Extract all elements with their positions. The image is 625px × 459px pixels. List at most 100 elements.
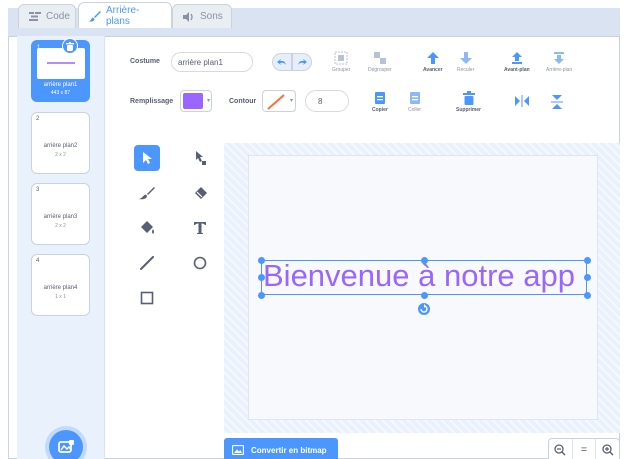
- brush-tool[interactable]: [134, 180, 160, 206]
- zoom-reset-button[interactable]: =: [573, 439, 597, 459]
- backdrop-preview: [37, 48, 85, 79]
- resize-handle[interactable]: [584, 274, 591, 281]
- delete-backdrop-button[interactable]: [62, 38, 78, 54]
- tab-sounds-label: Sons: [200, 11, 223, 22]
- selection-box[interactable]: [261, 260, 587, 295]
- line-icon: [140, 256, 154, 270]
- backdrop-add-icon: [58, 440, 74, 453]
- add-backdrop-button[interactable]: [49, 430, 83, 459]
- backdrop-list: 1 arrière plan1 443 x 87 2 arrière plan2…: [17, 36, 105, 459]
- group-label: Grouper: [332, 67, 351, 73]
- backdrop-number: 4: [36, 258, 40, 264]
- resize-handle[interactable]: [258, 292, 265, 299]
- ungroup-icon: [373, 52, 386, 64]
- redo-icon: [298, 58, 307, 65]
- backdrop-size: 1 x 1: [55, 294, 66, 300]
- back-button[interactable]: Arrière-plan: [546, 51, 572, 73]
- no-outline-icon: [267, 94, 285, 110]
- back-label: Arrière-plan: [546, 67, 573, 73]
- outline-color-picker[interactable]: ▾: [262, 90, 296, 112]
- delete-button[interactable]: Supprimer: [456, 91, 481, 113]
- resize-handle[interactable]: [258, 274, 265, 281]
- brush-icon: [89, 10, 101, 22]
- ungroup-button[interactable]: Dégrouper: [368, 51, 392, 73]
- circle-tool[interactable]: [187, 250, 213, 276]
- resize-handle[interactable]: [258, 257, 265, 264]
- copy-label: Copier: [372, 107, 388, 113]
- tab-code[interactable]: Code: [18, 4, 76, 28]
- resize-handle[interactable]: [584, 292, 591, 299]
- fill-color-picker[interactable]: ▾: [180, 90, 212, 112]
- eraser-tool[interactable]: [187, 180, 213, 206]
- rectangle-icon: [140, 291, 154, 305]
- backward-button[interactable]: Reculer: [457, 51, 474, 73]
- copy-button[interactable]: Copier: [372, 91, 388, 113]
- front-label: Avant-plan: [504, 67, 530, 73]
- backdrop-item-1[interactable]: 1 arrière plan1 443 x 87: [31, 40, 90, 102]
- group-button[interactable]: Grouper: [332, 51, 350, 73]
- front-button[interactable]: Avant-plan: [504, 51, 530, 73]
- outline-size-input[interactable]: 8: [305, 90, 349, 112]
- backdrop-item-4[interactable]: 4 arrière plan4 1 x 1: [31, 254, 90, 316]
- backdrop-number: 2: [36, 116, 40, 122]
- eraser-icon: [195, 187, 207, 199]
- undo-icon: [277, 58, 286, 65]
- sound-icon: [183, 11, 195, 22]
- resize-handle[interactable]: [584, 257, 591, 264]
- flip-vertical-icon: [551, 95, 563, 109]
- code-icon: [29, 12, 41, 21]
- zoom-out-button[interactable]: [549, 439, 573, 459]
- convert-bitmap-label: Convertir en bitmap: [251, 445, 327, 455]
- arrow-up-icon: [426, 52, 439, 64]
- fill-tool[interactable]: [134, 215, 160, 241]
- backdrop-item-2[interactable]: 2 arrière plan2 2 x 2: [31, 112, 90, 174]
- backdrop-size: 443 x 87: [50, 90, 71, 96]
- flip-horizontal-button[interactable]: [515, 95, 529, 107]
- reshape-icon: [196, 151, 206, 165]
- tab-backdrops-label: Arrière-plans: [106, 4, 140, 27]
- undo-button[interactable]: [272, 53, 292, 71]
- fill-color-swatch: [183, 93, 203, 109]
- backward-label: Reculer: [457, 67, 475, 73]
- reshape-tool[interactable]: [187, 145, 213, 171]
- group-icon: [334, 51, 348, 65]
- cursor-icon: [143, 152, 152, 164]
- forward-label: Avancer: [423, 67, 443, 73]
- forward-button[interactable]: Avancer: [423, 51, 443, 73]
- outline-label: Contour: [229, 98, 257, 105]
- backdrop-item-3[interactable]: 3 arrière plan3 2 x 2: [31, 183, 90, 245]
- select-tool[interactable]: [134, 145, 160, 171]
- resize-handle[interactable]: [421, 292, 428, 299]
- line-tool[interactable]: [134, 250, 160, 276]
- chevron-down-icon: ▾: [206, 98, 210, 104]
- fill-label: Remplissage: [130, 98, 174, 105]
- paste-label: Coller: [408, 107, 422, 113]
- rotate-icon: [418, 303, 430, 315]
- circle-icon: [193, 256, 207, 270]
- rotate-handle[interactable]: [416, 302, 432, 321]
- convert-bitmap-button[interactable]: Convertir en bitmap: [224, 438, 338, 459]
- zoom-in-button[interactable]: [596, 439, 619, 459]
- tab-backdrops[interactable]: Arrière-plans: [78, 2, 172, 28]
- costume-name-input[interactable]: arrière plan1: [171, 52, 253, 72]
- chevron-down-icon: ▾: [289, 98, 293, 104]
- backdrop-name: arrière plan3: [43, 214, 78, 220]
- backdrop-name: arrière plan1: [43, 82, 78, 88]
- rectangle-tool[interactable]: [134, 285, 160, 311]
- backdrop-size: 2 x 2: [55, 223, 66, 229]
- text-tool[interactable]: [187, 215, 213, 241]
- copy-icon: [374, 92, 385, 104]
- tab-code-label: Code: [46, 11, 70, 22]
- trash-icon: [66, 41, 74, 51]
- backdrop-size: 2 x 2: [55, 152, 66, 158]
- backdrop-name: arrière plan2: [43, 143, 78, 149]
- paste-button[interactable]: Coller: [408, 91, 421, 113]
- tab-sounds[interactable]: Sons: [172, 4, 232, 28]
- arrow-down-icon: [459, 52, 472, 64]
- redo-button[interactable]: [292, 53, 312, 71]
- backdrop-number: 3: [36, 187, 40, 193]
- flip-vertical-button[interactable]: [551, 95, 563, 109]
- resize-handle[interactable]: [421, 257, 428, 264]
- text-icon: [194, 222, 206, 234]
- paste-icon: [409, 92, 420, 104]
